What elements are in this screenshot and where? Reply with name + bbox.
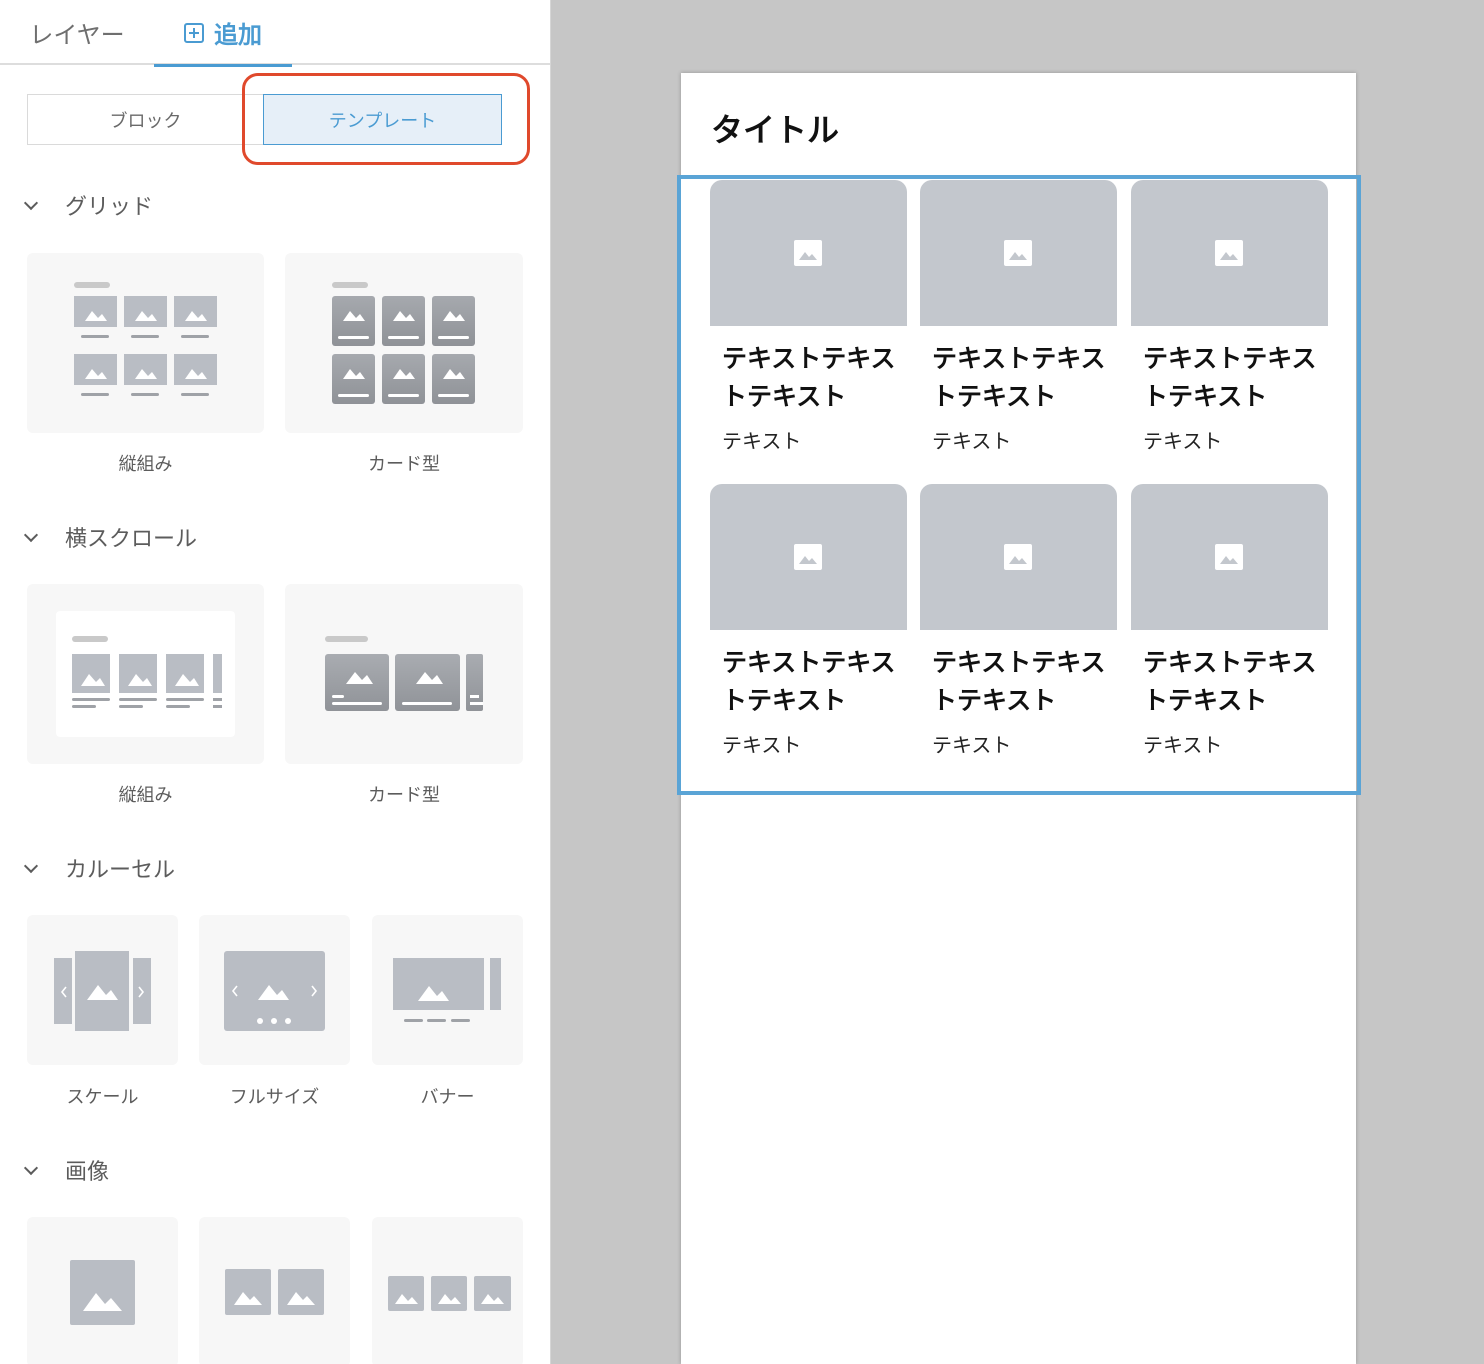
template-carousel-banner-label: バナー: [420, 1087, 475, 1108]
image-icon: [1215, 544, 1243, 570]
image-double-preview-icon: [225, 1269, 324, 1315]
carousel-banner-preview-icon: [393, 958, 501, 1022]
card-image-placeholder: [710, 180, 907, 326]
card-image-placeholder: [920, 484, 1117, 630]
card-title: テキストテキストテキスト: [1143, 344, 1317, 411]
template-image-triple[interactable]: [372, 1217, 523, 1364]
tab-add-label: 追加: [214, 21, 262, 49]
template-hscroll-vertical-label: 縦組み: [118, 785, 173, 806]
image-triple-preview-icon: [388, 1276, 511, 1311]
tab-layer[interactable]: レイヤー: [0, 0, 154, 65]
grid-card[interactable]: テキストテキストテキスト テキスト: [710, 180, 907, 470]
tab-add[interactable]: 追加: [154, 0, 292, 67]
section-image-title: 画像: [65, 1160, 110, 1185]
grid-card-preview-icon: [332, 282, 475, 404]
template-carousel-banner[interactable]: [372, 915, 523, 1065]
card-subtitle: テキスト: [722, 733, 802, 757]
add-panel: レイヤー 追加 ブロック テンプレート グリッド 縦組み カード型 横スクロール…: [0, 0, 551, 1364]
template-image-single[interactable]: [27, 1217, 178, 1364]
card-title: テキストテキストテキスト: [932, 648, 1106, 715]
annotation-highlight: [242, 73, 530, 165]
panel-tabs: レイヤー 追加: [0, 0, 550, 67]
template-carousel-scale-label: スケール: [66, 1087, 139, 1108]
template-carousel-scale[interactable]: [27, 915, 178, 1065]
card-title: テキストテキストテキスト: [722, 648, 896, 715]
chevron-down-icon: [23, 195, 39, 210]
grid-card[interactable]: テキストテキストテキスト テキスト: [710, 484, 907, 774]
template-hscroll-card[interactable]: [285, 584, 523, 764]
grid-vertical-preview-icon: [74, 282, 217, 396]
block-toggle-label: ブロック: [109, 110, 182, 132]
template-carousel-fullsize[interactable]: [199, 915, 350, 1065]
section-grid-title: グリッド: [65, 195, 154, 220]
template-carousel-fullsize-label: フルサイズ: [229, 1087, 320, 1108]
image-single-preview-icon: [70, 1260, 135, 1325]
card-subtitle: テキスト: [932, 429, 1012, 453]
chevron-down-icon: [23, 527, 39, 542]
grid-card[interactable]: テキストテキストテキスト テキスト: [920, 484, 1117, 774]
tab-layer-label: レイヤー: [29, 21, 125, 49]
section-carousel-title: カルーセル: [65, 858, 176, 883]
image-icon: [794, 240, 822, 266]
grid-card[interactable]: テキストテキストテキスト テキスト: [1131, 180, 1328, 470]
page-title[interactable]: タイトル: [711, 105, 839, 151]
section-hscroll-header[interactable]: 横スクロール: [22, 520, 197, 554]
card-title: テキストテキストテキスト: [1143, 648, 1317, 715]
card-subtitle: テキスト: [1143, 733, 1223, 757]
carousel-scale-preview-icon: [54, 951, 151, 1031]
card-title: テキストテキストテキスト: [932, 344, 1106, 411]
card-image-placeholder: [920, 180, 1117, 326]
block-toggle-button[interactable]: ブロック: [27, 94, 264, 145]
carousel-fullsize-preview-icon: [224, 951, 325, 1031]
template-grid-vertical[interactable]: [27, 253, 264, 433]
section-grid-header[interactable]: グリッド: [22, 188, 153, 222]
section-hscroll-title: 横スクロール: [65, 527, 198, 552]
section-image-header[interactable]: 画像: [22, 1153, 109, 1187]
template-hscroll-vertical[interactable]: [27, 584, 264, 764]
section-carousel-header[interactable]: カルーセル: [22, 851, 175, 885]
preview-page: タイトル テキストテキストテキスト テキスト テキストテキストテキスト テキスト…: [681, 73, 1356, 1364]
template-grid-vertical-label: 縦組み: [118, 454, 173, 475]
image-icon: [1004, 240, 1032, 266]
card-title: テキストテキストテキスト: [722, 344, 896, 411]
hscroll-card-preview-icon: [325, 636, 483, 711]
template-grid-card[interactable]: [285, 253, 523, 433]
card-image-placeholder: [1131, 484, 1328, 630]
card-subtitle: テキスト: [1143, 429, 1223, 453]
hscroll-vertical-preview-icon: [56, 611, 235, 737]
card-image-placeholder: [710, 484, 907, 630]
image-icon: [1004, 544, 1032, 570]
add-square-icon: [184, 22, 204, 43]
image-icon: [794, 544, 822, 570]
template-image-double[interactable]: [199, 1217, 350, 1364]
chevron-down-icon: [23, 858, 39, 873]
grid-card[interactable]: テキストテキストテキスト テキスト: [920, 180, 1117, 470]
grid-card[interactable]: テキストテキストテキスト テキスト: [1131, 484, 1328, 774]
template-hscroll-card-label: カード型: [368, 785, 440, 806]
chevron-down-icon: [23, 1160, 39, 1175]
template-grid-card-label: カード型: [368, 454, 440, 475]
card-subtitle: テキスト: [932, 733, 1012, 757]
card-subtitle: テキスト: [722, 429, 802, 453]
image-icon: [1215, 240, 1243, 266]
card-image-placeholder: [1131, 180, 1328, 326]
